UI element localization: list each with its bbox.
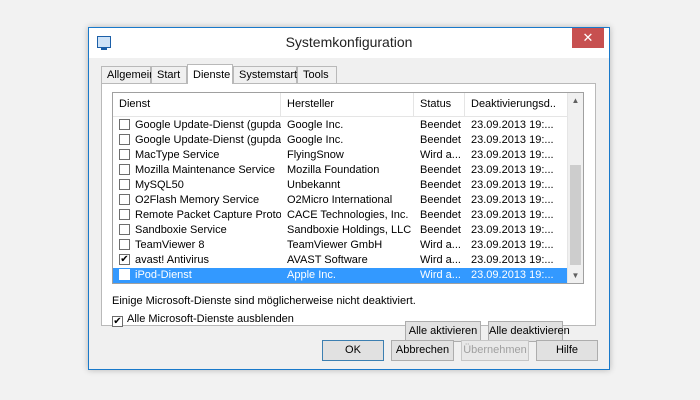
service-checkbox[interactable] xyxy=(119,269,130,280)
service-deactivation-date: 23.09.2013 19:... xyxy=(471,194,554,206)
service-name: O2Flash Memory Service xyxy=(135,194,260,206)
services-list[interactable]: Dienst Hersteller Status Deaktivierungsd… xyxy=(112,92,584,284)
service-status: Beendet xyxy=(420,179,461,191)
service-row[interactable]: MacType Service FlyingSnow Wird a... 23.09.… xyxy=(113,148,569,163)
service-name: avast! Antivirus xyxy=(135,254,209,266)
service-name: MySQL50 xyxy=(135,179,184,191)
service-deactivation-date: 23.09.2013 19:... xyxy=(471,134,554,146)
service-checkbox[interactable] xyxy=(119,179,130,190)
service-status: Beendet xyxy=(420,194,461,206)
column-header-dienst[interactable]: Dienst xyxy=(113,93,281,116)
service-deactivation-date: 23.09.2013 19:... xyxy=(471,119,554,131)
scroll-down-icon[interactable]: ▼ xyxy=(568,268,583,283)
hide-microsoft-services[interactable]: ✔ Alle Microsoft-Dienste ausblenden xyxy=(112,313,294,327)
service-deactivation-date: 23.09.2013 19:... xyxy=(471,164,554,176)
service-checkbox[interactable] xyxy=(119,164,130,175)
service-name: MacType Service xyxy=(135,149,220,161)
column-header-hersteller[interactable]: Hersteller xyxy=(281,93,414,116)
hide-microsoft-label: Alle Microsoft-Dienste ausblenden xyxy=(127,313,294,325)
service-checkbox[interactable]: ✔ xyxy=(119,254,130,265)
service-checkbox[interactable] xyxy=(119,134,130,145)
service-rows: Google Update-Dienst (gupdate) Google Inc… xyxy=(113,118,569,283)
service-vendor: FlyingSnow xyxy=(287,149,344,161)
tab-start[interactable]: Start xyxy=(151,66,187,83)
tab-allgemein[interactable]: Allgemein xyxy=(101,66,155,83)
service-name: Mozilla Maintenance Service xyxy=(135,164,276,176)
service-checkbox[interactable] xyxy=(119,194,130,205)
service-name: Google Update-Dienst (gupdatem) xyxy=(135,134,281,146)
hide-microsoft-checkbox[interactable]: ✔ xyxy=(112,316,123,327)
service-vendor: Google Inc. xyxy=(287,119,344,131)
microsoft-services-note: Einige Microsoft-Dienste sind möglicherw… xyxy=(112,295,416,307)
system-configuration-window: Systemkonfiguration ✕ Allgemein Start Di… xyxy=(88,27,610,370)
service-vendor: Google Inc. xyxy=(287,134,344,146)
service-name: TeamViewer 8 xyxy=(135,239,205,251)
service-vendor: Apple Inc. xyxy=(287,269,336,281)
service-name: iPod-Dienst xyxy=(135,269,192,281)
service-name: Sandboxie Service xyxy=(135,224,227,236)
list-header: Dienst Hersteller Status Deaktivierungsd… xyxy=(113,93,569,117)
enable-all-button[interactable]: Alle aktivieren xyxy=(405,321,481,342)
tab-tools[interactable]: Tools xyxy=(297,66,337,83)
service-row[interactable]: TeamViewer 8 TeamViewer GmbH Wird a... 23.0… xyxy=(113,238,569,253)
vertical-scrollbar[interactable]: ▲ ▼ xyxy=(567,93,583,283)
service-checkbox[interactable] xyxy=(119,209,130,220)
service-status: Wird a... xyxy=(420,254,461,266)
service-checkbox[interactable] xyxy=(119,239,130,250)
service-row[interactable]: Sandboxie Service Sandboxie Holdings, LLC… xyxy=(113,223,569,238)
service-name: Google Update-Dienst (gupdate) xyxy=(135,119,281,131)
service-vendor: Unbekannt xyxy=(287,179,341,191)
service-status: Beendet xyxy=(420,119,461,131)
service-row[interactable]: ✔ avast! Antivirus AVAST Software Wird a...… xyxy=(113,253,569,268)
close-button[interactable]: ✕ xyxy=(572,28,604,48)
service-status: Beendet xyxy=(420,224,461,236)
service-deactivation-date: 23.09.2013 19:... xyxy=(471,254,554,266)
service-deactivation-date: 23.09.2013 19:... xyxy=(471,224,554,236)
tab-systemstart[interactable]: Systemstart xyxy=(233,66,297,83)
help-button[interactable]: Hilfe xyxy=(536,340,598,361)
service-vendor: Sandboxie Holdings, LLC xyxy=(287,224,412,236)
service-status: Beendet xyxy=(420,134,461,146)
ok-button[interactable]: OK xyxy=(322,340,384,361)
cancel-button[interactable]: Abbrechen xyxy=(391,340,454,361)
services-tab-panel: Dienst Hersteller Status Deaktivierungsd… xyxy=(101,83,596,342)
service-name: Remote Packet Capture Protocol... xyxy=(135,209,281,221)
service-deactivation-date: 23.09.2013 19:... xyxy=(471,179,554,191)
column-header-status[interactable]: Status xyxy=(414,93,465,116)
scroll-up-icon[interactable]: ▲ xyxy=(568,93,583,108)
service-deactivation-date: 23.09.2013 19:... xyxy=(471,209,554,221)
service-status: Wird a... xyxy=(420,149,461,161)
service-row[interactable]: iPod-Dienst Apple Inc. Wird a... 23.09.2013… xyxy=(113,268,569,283)
service-vendor: CACE Technologies, Inc. xyxy=(287,209,409,221)
service-vendor: TeamViewer GmbH xyxy=(287,239,383,251)
service-status: Wird a... xyxy=(420,239,461,251)
service-status: Wird a... xyxy=(420,269,461,281)
apply-button: Übernehmen xyxy=(461,340,529,361)
service-row[interactable]: Google Update-Dienst (gupdate) Google Inc… xyxy=(113,118,569,133)
service-checkbox[interactable] xyxy=(119,149,130,160)
service-row[interactable]: Remote Packet Capture Protocol... CACE Te… xyxy=(113,208,569,223)
service-vendor: Mozilla Foundation xyxy=(287,164,380,176)
service-row[interactable]: Google Update-Dienst (gupdatem) Google In… xyxy=(113,133,569,148)
service-deactivation-date: 23.09.2013 19:... xyxy=(471,239,554,251)
tab-dienste[interactable]: Dienste xyxy=(187,64,233,84)
column-header-deaktivierungsdatum[interactable]: Deaktivierungsd... xyxy=(465,93,556,116)
title-bar[interactable]: Systemkonfiguration ✕ xyxy=(89,28,609,58)
service-row[interactable]: Mozilla Maintenance Service Mozilla Found… xyxy=(113,163,569,178)
scroll-thumb[interactable] xyxy=(570,165,581,265)
service-checkbox[interactable] xyxy=(119,224,130,235)
service-deactivation-date: 23.09.2013 19:... xyxy=(471,149,554,161)
service-vendor: O2Micro International xyxy=(287,194,393,206)
disable-all-button[interactable]: Alle deaktivieren xyxy=(488,321,570,342)
service-status: Beendet xyxy=(420,209,461,221)
service-vendor: AVAST Software xyxy=(287,254,368,266)
service-row[interactable]: O2Flash Memory Service O2Micro Internatio… xyxy=(113,193,569,208)
service-status: Beendet xyxy=(420,164,461,176)
window-title: Systemkonfiguration xyxy=(285,34,413,50)
service-checkbox[interactable] xyxy=(119,119,130,130)
service-row[interactable]: MySQL50 Unbekannt Beendet 23.09.2013 19:... xyxy=(113,178,569,193)
service-deactivation-date: 23.09.2013 19:... xyxy=(471,269,554,281)
